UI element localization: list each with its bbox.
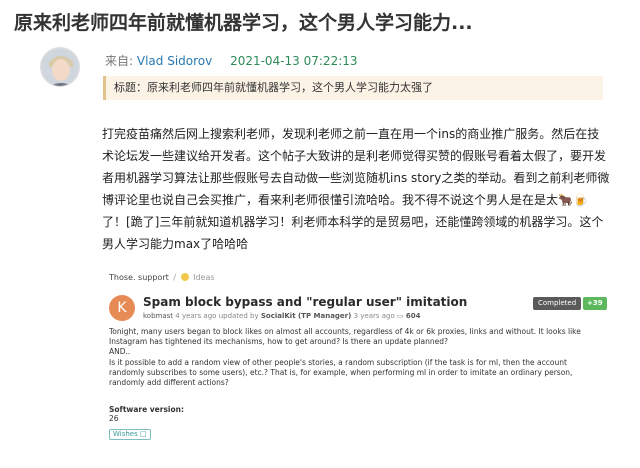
topic-updater[interactable]: SocialKit (TP Manager) xyxy=(261,312,351,320)
post-title: 原来利老师四年前就懂机器学习，这个男人学习能力... xyxy=(14,12,473,34)
topic-posted: 4 years ago xyxy=(175,312,217,320)
status-badge: Completed xyxy=(533,297,582,310)
user-avatar: K xyxy=(109,295,135,321)
wishes-tag-label: Wishes xyxy=(113,430,138,438)
author-avatar[interactable] xyxy=(40,47,80,87)
title-quote: 标题：原来利老师四年前就懂机器学习，这个男人学习能力太强了 xyxy=(103,76,603,100)
topic-body: Tonight, many users began to block likes… xyxy=(109,327,604,388)
tag-square-icon: □ xyxy=(139,430,147,438)
post-date: 2021-04-13 07:22:13 xyxy=(230,54,358,68)
topic-meta: kobmast 4 years ago updated by SocialKit… xyxy=(143,312,420,320)
topic-author[interactable]: kobmast xyxy=(143,312,173,320)
from-label: 来自: xyxy=(105,54,134,68)
comment-count: 604 xyxy=(405,312,421,320)
topic-title: Spam block bypass and "regular user" imi… xyxy=(143,295,468,309)
comment-icon: ▭ xyxy=(396,312,404,320)
breadcrumb-site[interactable]: Those. support xyxy=(109,273,169,282)
breadcrumb-section[interactable]: Ideas xyxy=(193,273,214,282)
topic-paragraph: Tonight, many users began to block likes… xyxy=(109,327,581,347)
lightbulb-icon xyxy=(180,273,189,281)
topic-paragraph: Is it possible to add a random view of o… xyxy=(109,357,573,388)
embedded-screenshot: Those. support / Ideas K Spam block bypa… xyxy=(101,268,611,463)
topic-paragraph: AND.. xyxy=(109,347,131,357)
topic-updated-ago: 3 years ago xyxy=(353,312,395,320)
author-link[interactable]: Vlad Sidorov xyxy=(137,54,212,68)
breadcrumb-separator: / xyxy=(173,273,176,282)
breadcrumb: Those. support / Ideas xyxy=(109,273,215,282)
post-meta: 来自: Vlad Sidorov 2021-04-13 07:22:13 xyxy=(105,52,358,69)
avatar-image xyxy=(41,48,79,86)
software-version-label: Software version: xyxy=(109,405,184,414)
vote-count-badge[interactable]: +39 xyxy=(583,297,607,310)
updated-label: updated by xyxy=(218,312,259,320)
wishes-tag[interactable]: Wishes □ xyxy=(109,429,151,440)
article-body: 打完疫苗痛然后网上搜索利老师，发现利老师之前一直在用一个ins的商业推广服务。然… xyxy=(102,127,610,251)
software-version-value: 26 xyxy=(109,414,119,423)
